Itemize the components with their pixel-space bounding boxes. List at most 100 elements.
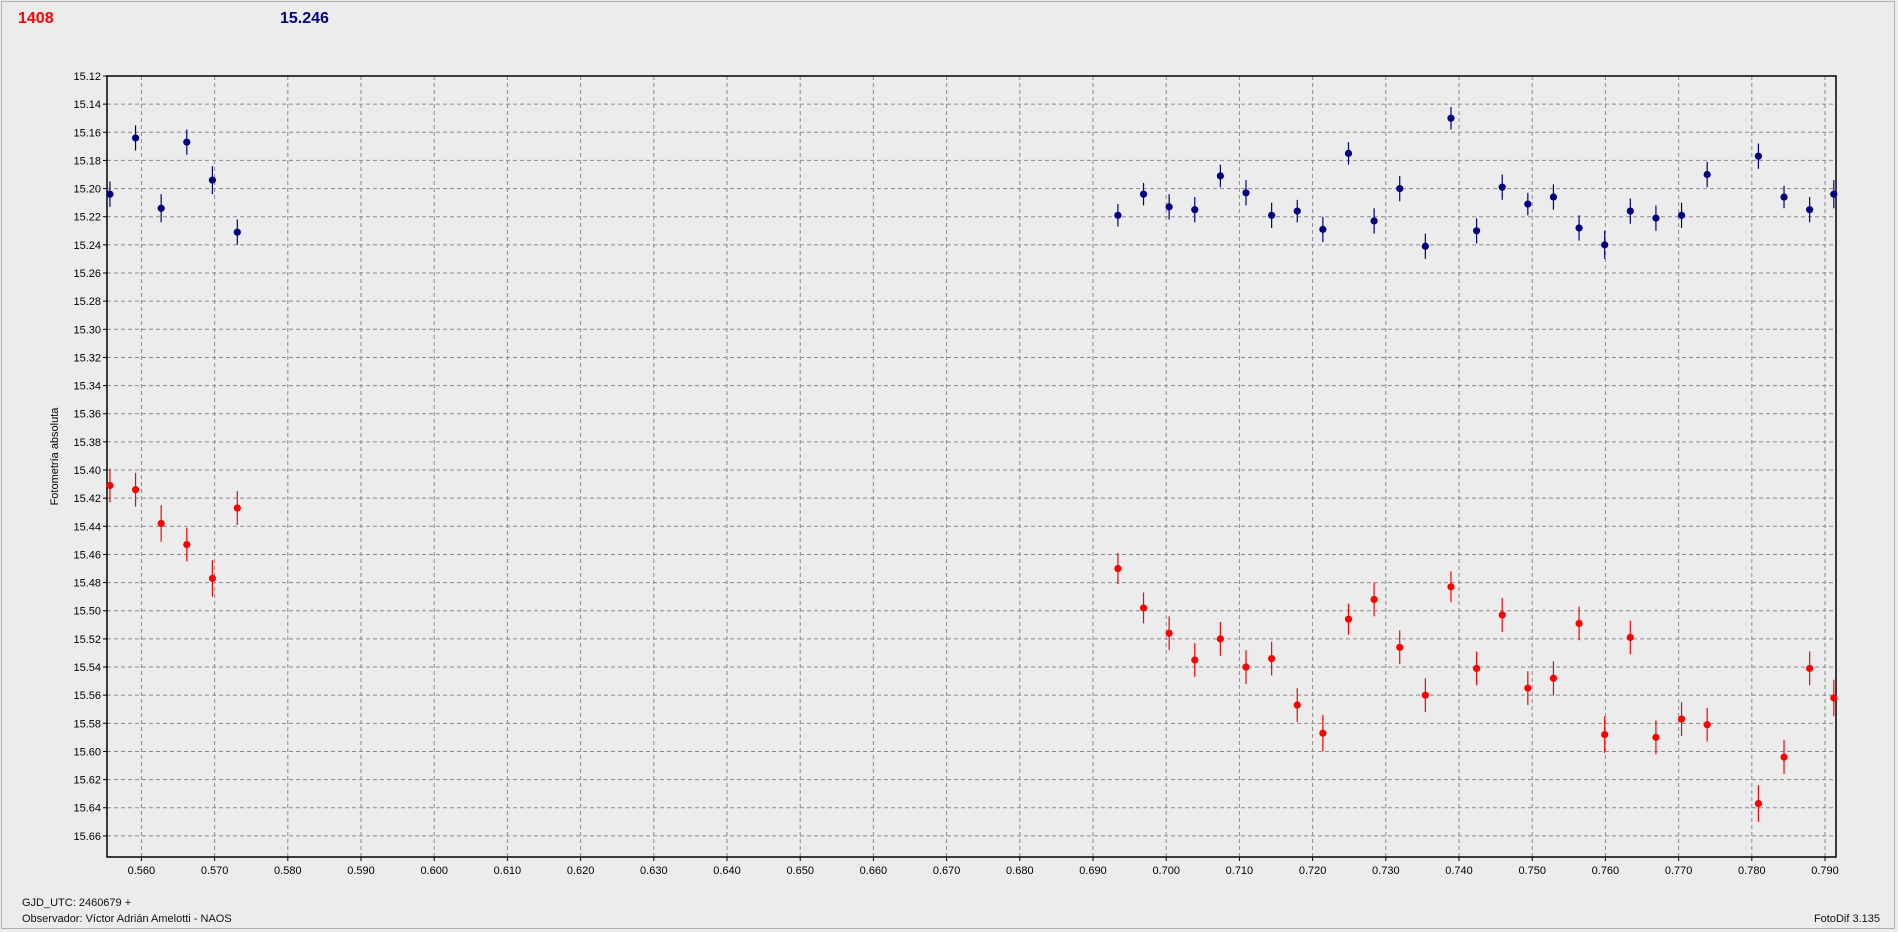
red-data-point bbox=[1806, 664, 1814, 673]
blue-data-point bbox=[1139, 190, 1148, 198]
blue-data-point bbox=[1601, 241, 1609, 249]
x-tick-label: 0.790 bbox=[1811, 865, 1839, 877]
blue-data-point bbox=[1242, 189, 1250, 197]
red-data-point bbox=[1498, 611, 1506, 619]
red-data-point bbox=[1396, 643, 1404, 651]
red-data-point bbox=[1165, 629, 1173, 637]
y-tick-label: 15.46 bbox=[73, 549, 101, 561]
x-tick-label: 0.750 bbox=[1518, 865, 1546, 877]
blue-data-point bbox=[1677, 211, 1686, 219]
x-tick-label: 0.760 bbox=[1592, 865, 1620, 877]
blue-data-point bbox=[1447, 114, 1455, 122]
x-tick-label: 0.600 bbox=[420, 865, 448, 877]
x-tick-label: 0.590 bbox=[347, 865, 375, 877]
red-data-point bbox=[131, 486, 140, 494]
red-data-point bbox=[1575, 619, 1583, 628]
blue-data-point bbox=[1549, 193, 1558, 201]
x-tick-label: 0.670 bbox=[933, 865, 961, 877]
y-tick-label: 15.54 bbox=[73, 662, 101, 674]
x-tick-label: 0.570 bbox=[201, 865, 229, 877]
blue-data-point bbox=[183, 138, 191, 146]
x-tick-label: 0.710 bbox=[1226, 865, 1254, 877]
x-tick-label: 0.650 bbox=[786, 865, 814, 877]
y-tick-label: 15.24 bbox=[73, 240, 101, 252]
red-data-point bbox=[1268, 654, 1276, 663]
y-tick-label: 15.18 bbox=[73, 155, 101, 167]
red-data-point bbox=[157, 519, 165, 528]
red-data-point bbox=[1370, 595, 1378, 604]
y-tick-label: 15.58 bbox=[73, 718, 101, 730]
y-tick-label: 15.38 bbox=[73, 437, 101, 449]
observer-label: Observador: Víctor Adrián Amelotti - NAO… bbox=[22, 913, 232, 925]
red-data-point bbox=[1549, 674, 1558, 682]
red-data-point bbox=[233, 504, 241, 512]
y-tick-label: 15.50 bbox=[73, 606, 101, 618]
blue-data-point bbox=[1370, 217, 1378, 225]
y-tick-label: 15.48 bbox=[73, 578, 101, 590]
x-tick-label: 0.660 bbox=[860, 865, 888, 877]
blue-data-point bbox=[1165, 203, 1173, 211]
blue-data-point bbox=[1268, 211, 1276, 219]
blue-data-point bbox=[1319, 225, 1327, 233]
x-tick-label: 0.700 bbox=[1152, 865, 1180, 877]
y-tick-label: 15.66 bbox=[73, 831, 101, 843]
red-data-point bbox=[1344, 615, 1353, 623]
x-tick-label: 0.610 bbox=[494, 865, 522, 877]
x-tick-label: 0.620 bbox=[567, 865, 595, 877]
y-tick-label: 15.40 bbox=[73, 465, 101, 477]
red-data-point bbox=[1830, 694, 1838, 702]
light-curve-chart: 15.12 15.14 15.16 15.18 15.20 15.22 15.24 15.26… bbox=[49, 71, 1839, 877]
red-data-point bbox=[1447, 583, 1455, 591]
y-tick-label: 15.42 bbox=[73, 493, 101, 505]
red-data-point bbox=[1242, 663, 1250, 671]
blue-data-point bbox=[1703, 170, 1711, 179]
x-tick-label: 0.680 bbox=[1006, 865, 1034, 877]
y-tick-label: 15.56 bbox=[73, 690, 101, 702]
y-tick-label: 15.60 bbox=[73, 746, 101, 758]
x-tick-label: 0.580 bbox=[274, 865, 302, 877]
version-label: FotoDif 3.135 bbox=[1813, 913, 1880, 925]
y-tick-label: 15.44 bbox=[73, 521, 101, 533]
blue-data-point bbox=[1780, 193, 1788, 201]
red-data-point bbox=[1319, 729, 1327, 737]
y-axis-label: Fotometría absoluta bbox=[49, 407, 61, 506]
blue-data-point bbox=[1293, 207, 1301, 215]
y-tick-label: 15.34 bbox=[73, 381, 101, 393]
red-data-point bbox=[1191, 656, 1199, 664]
y-tick-label: 15.36 bbox=[73, 409, 101, 421]
x-tick-label: 0.770 bbox=[1665, 865, 1693, 877]
x-tick-label: 0.640 bbox=[713, 865, 741, 877]
blue-data-point bbox=[1421, 242, 1429, 250]
red-data-point bbox=[1652, 733, 1660, 741]
x-tick-label: 0.740 bbox=[1445, 865, 1473, 877]
blue-data-point bbox=[1575, 224, 1583, 232]
blue-data-point bbox=[233, 228, 241, 236]
blue-data-point bbox=[131, 134, 140, 142]
y-tick-label: 15.20 bbox=[73, 184, 101, 196]
red-data-point bbox=[1754, 799, 1763, 808]
blue-data-point bbox=[1498, 183, 1506, 191]
y-tick-label: 15.64 bbox=[73, 803, 101, 815]
x-tick-label: 0.730 bbox=[1372, 865, 1400, 877]
y-tick-label: 15.14 bbox=[73, 99, 101, 111]
red-data-point bbox=[1139, 604, 1148, 612]
blue-data-point bbox=[1524, 200, 1532, 208]
y-tick-label: 15.16 bbox=[73, 127, 101, 139]
blue-data-point bbox=[1830, 190, 1838, 198]
red-data-point bbox=[106, 481, 114, 490]
x-tick-label: 0.690 bbox=[1079, 865, 1107, 877]
blue-data-point bbox=[157, 204, 165, 212]
red-data-point bbox=[208, 574, 217, 582]
blue-data-point bbox=[1652, 214, 1660, 222]
blue-data-point bbox=[1396, 184, 1404, 193]
y-tick-label: 15.52 bbox=[73, 634, 101, 646]
red-data-point bbox=[1472, 664, 1481, 673]
x-tick-label: 0.720 bbox=[1299, 865, 1327, 877]
x-tick-label: 0.560 bbox=[128, 865, 156, 877]
blue-data-point bbox=[1626, 207, 1634, 215]
red-data-point bbox=[1293, 701, 1301, 709]
blue-data-point bbox=[1472, 227, 1481, 235]
y-tick-label: 15.28 bbox=[73, 296, 101, 308]
red-data-point bbox=[1421, 691, 1429, 699]
red-data-point bbox=[1703, 721, 1711, 729]
